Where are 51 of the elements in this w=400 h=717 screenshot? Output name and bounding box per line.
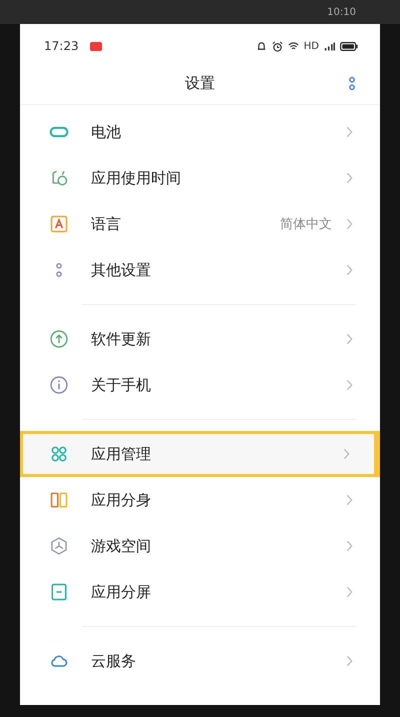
battery-icon bbox=[340, 42, 358, 50]
settings-item[interactable]: 应用分身 bbox=[20, 477, 380, 523]
item-label: 电池 bbox=[91, 122, 122, 142]
item-label: 关于手机 bbox=[91, 376, 152, 394]
apps-icon bbox=[49, 444, 69, 464]
more-icon[interactable] bbox=[348, 76, 356, 90]
settings-item[interactable]: 语言 简体中文 bbox=[20, 201, 380, 247]
recording-icon bbox=[90, 42, 102, 50]
info-icon bbox=[49, 375, 69, 395]
status-time: 17:23 bbox=[44, 39, 79, 53]
settings-item[interactable]: 关于手机 bbox=[20, 362, 380, 408]
page-title: 设置 bbox=[185, 74, 215, 92]
network-label: HD bbox=[304, 40, 319, 52]
settings-item[interactable]: 应用使用时间 bbox=[20, 155, 380, 201]
split-icon bbox=[49, 582, 69, 602]
item-label: 云服务 bbox=[91, 652, 137, 670]
clock-time: 10:10 bbox=[327, 6, 356, 18]
chevron-icon bbox=[346, 494, 353, 506]
chevron-icon bbox=[346, 333, 353, 345]
chevron-icon bbox=[343, 448, 350, 460]
chevron-icon bbox=[346, 172, 353, 184]
settings-item[interactable]: 电池 bbox=[20, 109, 380, 155]
chevron-icon bbox=[346, 655, 353, 667]
item-label: 应用管理 bbox=[91, 444, 152, 464]
item-label: 应用使用时间 bbox=[91, 168, 182, 188]
alarm-icon bbox=[272, 40, 283, 52]
signal-icon bbox=[324, 40, 335, 52]
settings-item[interactable]: 云服务 bbox=[20, 638, 380, 684]
item-label: 游戏空间 bbox=[91, 536, 152, 556]
item-label: 应用分屏 bbox=[91, 582, 152, 602]
settings-item[interactable]: 应用管理 bbox=[20, 431, 380, 477]
language-icon bbox=[49, 214, 69, 234]
chevron-icon bbox=[346, 218, 353, 230]
item-value: 简体中文 bbox=[280, 216, 332, 233]
chevron-icon bbox=[346, 540, 353, 552]
wifi-icon bbox=[288, 40, 299, 52]
settings-item[interactable]: 应用分屏 bbox=[20, 569, 380, 615]
chevron-icon bbox=[346, 379, 353, 391]
settings-item[interactable]: 软件更新 bbox=[20, 316, 380, 362]
chevron-icon bbox=[346, 126, 353, 138]
update-icon bbox=[49, 329, 69, 349]
bell-off-icon bbox=[256, 40, 267, 52]
chevron-icon bbox=[346, 264, 353, 276]
item-label: 软件更新 bbox=[91, 330, 152, 348]
clone-icon bbox=[49, 490, 69, 510]
item-label: 语言 bbox=[91, 214, 122, 234]
item-label: 其他设置 bbox=[91, 260, 152, 280]
chevron-icon bbox=[346, 586, 353, 598]
settings-item[interactable]: 游戏空间 bbox=[20, 523, 380, 569]
item-label: 应用分身 bbox=[91, 490, 152, 510]
settings-item[interactable]: 其他设置 bbox=[20, 247, 380, 293]
